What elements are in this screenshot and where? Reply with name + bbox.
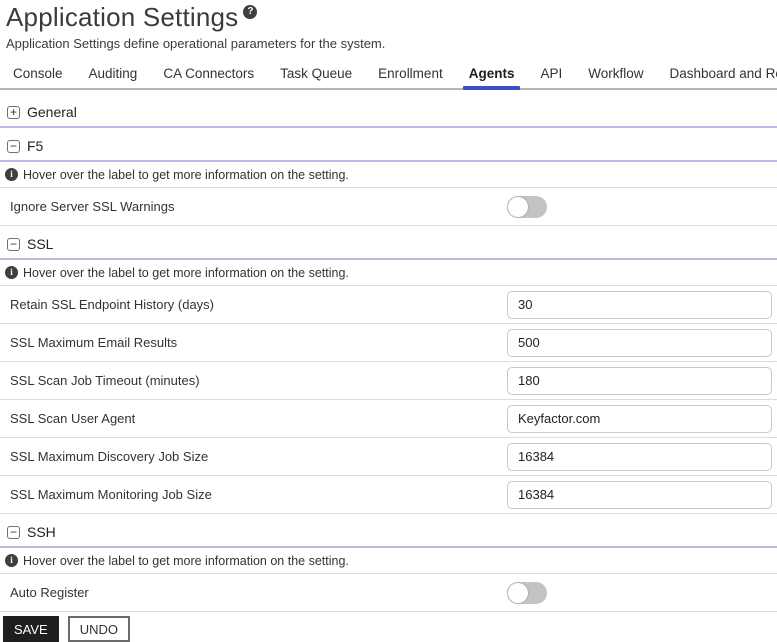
ssl-scan-user-agent-input[interactable] xyxy=(507,405,772,433)
setting-label: SSL Maximum Monitoring Job Size xyxy=(10,487,212,502)
page-subtitle: Application Settings define operational … xyxy=(6,36,771,52)
info-icon: i xyxy=(5,266,18,279)
auto-register-toggle[interactable] xyxy=(507,582,547,604)
section-title-f5: F5 xyxy=(27,138,43,154)
section-header-general[interactable]: + General xyxy=(0,94,777,128)
collapse-icon[interactable]: − xyxy=(7,526,20,539)
setting-row-auto-register: Auto Register xyxy=(0,574,777,612)
tab-agents[interactable]: Agents xyxy=(456,61,528,88)
page-header: Application Settings ? Application Setti… xyxy=(0,0,777,52)
info-row-f5: i Hover over the label to get more infor… xyxy=(0,162,777,188)
expand-icon[interactable]: + xyxy=(7,106,20,119)
tab-workflow[interactable]: Workflow xyxy=(575,61,656,88)
ssl-maximum-monitoring-job-size-input[interactable] xyxy=(507,481,772,509)
section-header-f5[interactable]: − F5 xyxy=(0,128,777,162)
setting-label: SSL Maximum Discovery Job Size xyxy=(10,449,208,464)
setting-label: Retain SSL Endpoint History (days) xyxy=(10,297,214,312)
ssl-scan-job-timeout-input[interactable] xyxy=(507,367,772,395)
info-icon: i xyxy=(5,554,18,567)
info-text: Hover over the label to get more informa… xyxy=(23,266,349,280)
ssl-maximum-email-results-input[interactable] xyxy=(507,329,772,357)
help-icon[interactable]: ? xyxy=(243,5,257,19)
section-header-ssh[interactable]: − SSH xyxy=(0,514,777,548)
tab-task-queue[interactable]: Task Queue xyxy=(267,61,365,88)
tab-console[interactable]: Console xyxy=(0,61,76,88)
tab-api[interactable]: API xyxy=(527,61,575,88)
section-title-ssh: SSH xyxy=(27,524,56,540)
collapse-icon[interactable]: − xyxy=(7,238,20,251)
section-title-ssl: SSL xyxy=(27,236,53,252)
section-title-general: General xyxy=(27,104,77,120)
setting-row-retain-ssl-endpoint-history: Retain SSL Endpoint History (days) xyxy=(0,286,777,324)
collapse-icon[interactable]: − xyxy=(7,140,20,153)
retain-ssl-endpoint-history-input[interactable] xyxy=(507,291,772,319)
tab-enrollment[interactable]: Enrollment xyxy=(365,61,456,88)
save-button[interactable]: SAVE xyxy=(3,616,59,642)
setting-row-ssl-maximum-monitoring-job-size: SSL Maximum Monitoring Job Size xyxy=(0,476,777,514)
setting-label: Auto Register xyxy=(10,585,89,600)
ssl-maximum-discovery-job-size-input[interactable] xyxy=(507,443,772,471)
toggle-knob xyxy=(508,197,528,217)
undo-button[interactable]: UNDO xyxy=(68,616,130,642)
section-header-ssl[interactable]: − SSL xyxy=(0,226,777,260)
setting-label: SSL Maximum Email Results xyxy=(10,335,177,350)
info-row-ssl: i Hover over the label to get more infor… xyxy=(0,260,777,286)
ignore-server-ssl-warnings-toggle[interactable] xyxy=(507,196,547,218)
setting-row-ssl-scan-job-timeout: SSL Scan Job Timeout (minutes) xyxy=(0,362,777,400)
settings-tab-bar: Console Auditing CA Connectors Task Queu… xyxy=(0,61,777,90)
tab-ca-connectors[interactable]: CA Connectors xyxy=(150,61,267,88)
tab-dashboard-and-reports[interactable]: Dashboard and Reports xyxy=(657,61,777,88)
setting-label: Ignore Server SSL Warnings xyxy=(10,199,175,214)
setting-row-ssl-maximum-email-results: SSL Maximum Email Results xyxy=(0,324,777,362)
setting-row-ssl-scan-user-agent: SSL Scan User Agent xyxy=(0,400,777,438)
settings-content: + General − F5 i Hover over the label to… xyxy=(0,90,777,642)
tab-auditing[interactable]: Auditing xyxy=(76,61,151,88)
setting-row-ignore-server-ssl-warnings: Ignore Server SSL Warnings xyxy=(0,188,777,226)
toggle-knob xyxy=(508,583,528,603)
info-text: Hover over the label to get more informa… xyxy=(23,168,349,182)
setting-label: SSL Scan User Agent xyxy=(10,411,135,426)
footer-actions: SAVE UNDO xyxy=(0,612,777,642)
info-row-ssh: i Hover over the label to get more infor… xyxy=(0,548,777,574)
info-text: Hover over the label to get more informa… xyxy=(23,554,349,568)
page-title: Application Settings xyxy=(6,2,238,32)
setting-label: SSL Scan Job Timeout (minutes) xyxy=(10,373,200,388)
info-icon: i xyxy=(5,168,18,181)
setting-row-ssl-maximum-discovery-job-size: SSL Maximum Discovery Job Size xyxy=(0,438,777,476)
application-settings-page: Application Settings ? Application Setti… xyxy=(0,0,777,640)
